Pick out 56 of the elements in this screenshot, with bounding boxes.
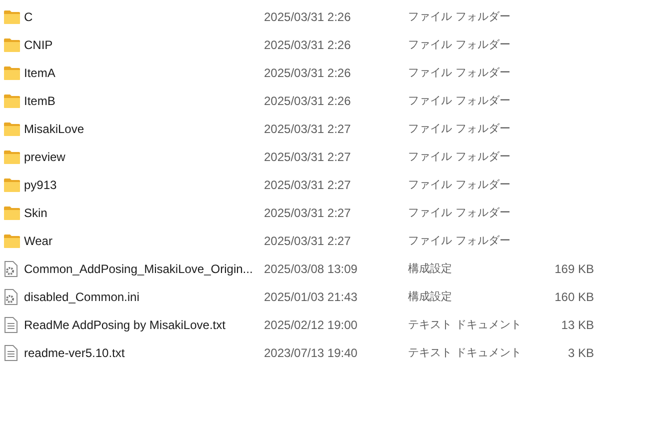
date-modified: 2023/07/13 19:40: [264, 345, 358, 362]
file-type: ファイル フォルダー: [408, 120, 512, 137]
date-modified: 2025/03/31 2:27: [264, 177, 352, 194]
folder-icon: [4, 94, 20, 108]
folder-icon: [4, 206, 20, 220]
date-modified: 2025/03/31 2:27: [264, 233, 352, 250]
file-name[interactable]: CNIP: [24, 36, 264, 54]
file-type: ファイル フォルダー: [408, 148, 512, 165]
file-name[interactable]: C: [24, 8, 264, 26]
file-type: テキスト ドキュメント: [408, 316, 522, 333]
date-modified: 2025/03/31 2:27: [264, 205, 352, 222]
folder-icon: [4, 178, 20, 192]
file-type: ファイル フォルダー: [408, 92, 512, 109]
file-name[interactable]: ItemB: [24, 92, 264, 110]
folder-icon: [4, 66, 20, 80]
date-modified: 2025/03/31 2:26: [264, 37, 352, 54]
file-name[interactable]: Common_AddPosing_MisakiLove_Origin...: [24, 260, 264, 278]
file-name[interactable]: py913: [24, 176, 264, 194]
file-size: 160 KB: [554, 289, 594, 306]
file-name[interactable]: Wear: [24, 232, 264, 250]
folder-icon: [4, 150, 20, 164]
folder-icon: [4, 234, 20, 248]
date-modified: 2025/03/31 2:26: [264, 93, 352, 110]
settings-file-icon: [4, 261, 18, 277]
settings-file-icon: [4, 289, 18, 305]
file-name[interactable]: ReadMe AddPosing by MisakiLove.txt: [24, 316, 264, 334]
date-modified: 2025/03/31 2:27: [264, 121, 352, 138]
file-type: ファイル フォルダー: [408, 36, 512, 53]
file-name[interactable]: Skin: [24, 204, 264, 222]
file-type: 構成設定: [408, 260, 453, 277]
file-size: 13 KB: [561, 317, 594, 334]
folder-icon: [4, 122, 20, 136]
date-modified: 2025/03/31 2:26: [264, 9, 352, 26]
date-modified: 2025/03/31 2:26: [264, 65, 352, 82]
date-modified: 2025/03/08 13:09: [264, 261, 358, 278]
text-file-icon: [4, 345, 18, 361]
folder-icon: [4, 10, 20, 24]
file-type: ファイル フォルダー: [408, 8, 512, 25]
file-type: ファイル フォルダー: [408, 204, 512, 221]
file-name[interactable]: ItemA: [24, 64, 264, 82]
date-modified: 2025/02/12 19:00: [264, 317, 358, 334]
file-type: ファイル フォルダー: [408, 64, 512, 81]
file-type: ファイル フォルダー: [408, 232, 512, 249]
date-modified: 2025/01/03 21:43: [264, 289, 358, 306]
file-name[interactable]: readme-ver5.10.txt: [24, 344, 264, 362]
file-type: 構成設定: [408, 288, 453, 305]
file-type: ファイル フォルダー: [408, 176, 512, 193]
text-file-icon: [4, 317, 18, 333]
date-modified: 2025/03/31 2:27: [264, 149, 352, 166]
folder-icon: [4, 38, 20, 52]
file-name[interactable]: disabled_Common.ini: [24, 288, 264, 306]
file-size: 169 KB: [554, 261, 594, 278]
file-name[interactable]: MisakiLove: [24, 120, 264, 138]
file-type: テキスト ドキュメント: [408, 344, 522, 361]
file-size: 3 KB: [568, 345, 594, 362]
file-name[interactable]: preview: [24, 148, 264, 166]
